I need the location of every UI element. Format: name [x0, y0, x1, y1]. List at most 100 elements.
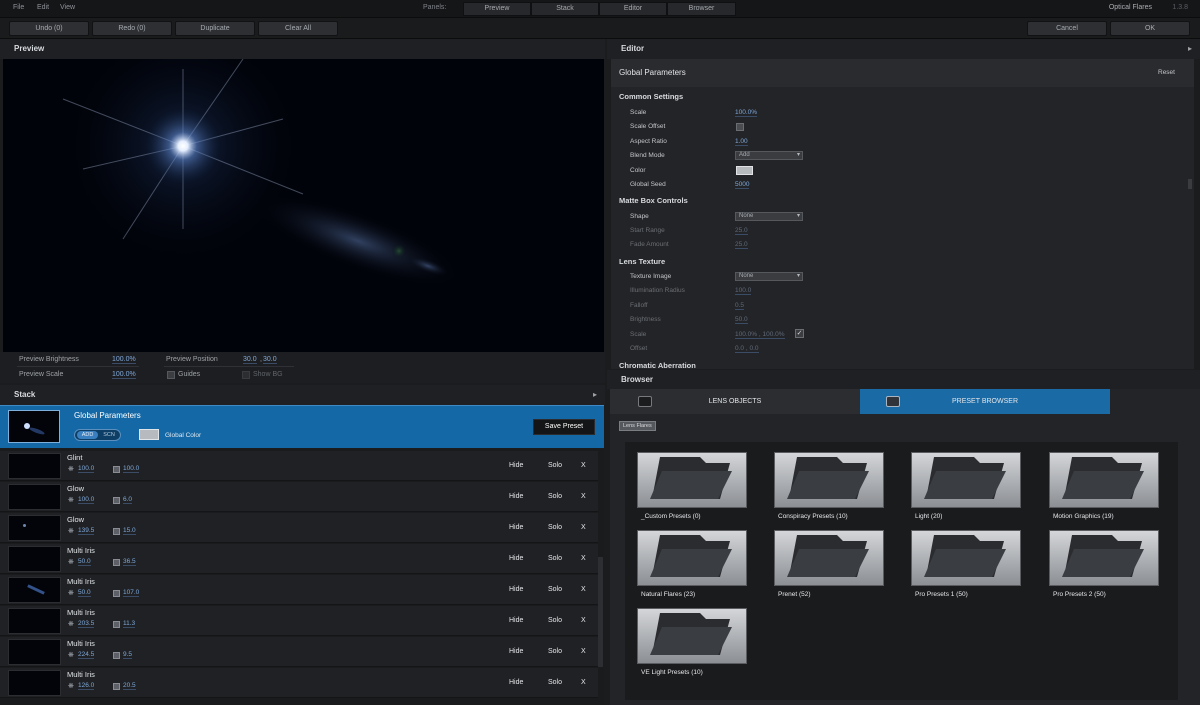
menu-edit[interactable]: Edit	[37, 4, 49, 11]
duplicate-button[interactable]: Duplicate	[175, 21, 255, 36]
folder-tile[interactable]	[774, 530, 884, 586]
lock-scale-checkbox[interactable]: ✓	[795, 329, 804, 338]
stack-row[interactable]: Glow ❋ 139.5 15.0 Hide Solo X	[0, 513, 598, 543]
clear-all-button[interactable]: Clear All	[258, 21, 338, 36]
stack-global-parameters[interactable]: Global Parameters ADD SCN Global Color S…	[0, 405, 604, 448]
editor-scrollbar[interactable]	[1188, 179, 1192, 189]
show-bg-checkbox[interactable]	[242, 371, 250, 379]
expand-arrow-icon[interactable]: ▸	[1188, 39, 1192, 59]
layer-scale-value[interactable]: 100.0	[123, 465, 140, 473]
stack-row[interactable]: Multi Iris ❋ 50.0 107.0 Hide Solo X	[0, 575, 598, 605]
layer-brightness-value[interactable]: 139.5	[78, 527, 95, 535]
global-color-swatch[interactable]	[139, 429, 159, 440]
folder-tile[interactable]	[774, 452, 884, 508]
scn-mode-button[interactable]: SCN	[99, 431, 119, 439]
aspect-ratio-value[interactable]: 1.00	[735, 138, 748, 146]
panel-tab-stack[interactable]: Stack	[531, 2, 599, 16]
layer-scale-value[interactable]: 11.3	[123, 620, 136, 628]
undo-button[interactable]: Undo (0)	[9, 21, 89, 36]
hide-button[interactable]: Hide	[509, 493, 523, 500]
stack-row[interactable]: Multi Iris ❋ 203.5 11.3 Hide Solo X	[0, 606, 598, 636]
falloff-value[interactable]: 0.5	[735, 302, 745, 310]
stack-row[interactable]: Glint ❋ 100.0 100.0 Hide Solo X	[0, 451, 598, 481]
illumination-radius-value[interactable]: 100.0	[735, 287, 752, 295]
preview-position-y[interactable]: 30.0	[263, 356, 277, 364]
stack-row[interactable]: Glow ❋ 100.0 6.0 Hide Solo X	[0, 482, 598, 512]
fade-amount-value[interactable]: 25.0	[735, 241, 748, 249]
solo-button[interactable]: Solo	[548, 462, 562, 469]
stack-row[interactable]: Multi Iris ❋ 224.5 9.5 Hide Solo X	[0, 637, 598, 667]
remove-button[interactable]: X	[581, 679, 586, 686]
shape-select[interactable]: None	[735, 212, 803, 221]
folder-tile[interactable]	[1049, 530, 1159, 586]
hide-button[interactable]: Hide	[509, 586, 523, 593]
solo-button[interactable]: Solo	[548, 586, 562, 593]
stack-row[interactable]: Multi Iris ❋ 126.0 20.5 Hide Solo X	[0, 668, 598, 698]
stack-row[interactable]: Multi Iris ❋ 50.0 36.5 Hide Solo X	[0, 544, 598, 574]
hide-button[interactable]: Hide	[509, 679, 523, 686]
reset-button[interactable]: Reset	[1158, 69, 1175, 76]
preview-viewport[interactable]	[3, 59, 604, 352]
texture-scale-value[interactable]: 100.0% , 100.0%	[735, 331, 785, 339]
stack-scrollbar[interactable]	[598, 557, 603, 667]
remove-button[interactable]: X	[581, 524, 586, 531]
panel-tab-editor[interactable]: Editor	[599, 2, 667, 16]
layer-brightness-value[interactable]: 100.0	[78, 465, 95, 473]
layer-scale-value[interactable]: 15.0	[123, 527, 136, 535]
layer-scale-value[interactable]: 107.0	[123, 589, 140, 597]
menu-file[interactable]: File	[13, 4, 24, 11]
scale-offset-icon[interactable]	[736, 123, 744, 131]
ok-button[interactable]: OK	[1110, 21, 1190, 36]
hide-button[interactable]: Hide	[509, 617, 523, 624]
add-mode-button[interactable]: ADD	[77, 431, 98, 439]
browser-breadcrumb[interactable]: Lens Flares	[619, 421, 656, 431]
start-range-value[interactable]: 25.0	[735, 227, 748, 235]
remove-button[interactable]: X	[581, 617, 586, 624]
folder-tile[interactable]	[637, 452, 747, 508]
hide-button[interactable]: Hide	[509, 524, 523, 531]
layer-brightness-value[interactable]: 224.5	[78, 651, 95, 659]
folder-tile[interactable]	[911, 452, 1021, 508]
preview-position-x[interactable]: 30.0	[243, 356, 257, 364]
panel-tab-browser[interactable]: Browser	[667, 2, 736, 16]
layer-brightness-value[interactable]: 50.0	[78, 589, 91, 597]
hide-button[interactable]: Hide	[509, 555, 523, 562]
expand-arrow-icon[interactable]: ▸	[593, 385, 597, 405]
remove-button[interactable]: X	[581, 493, 586, 500]
hide-button[interactable]: Hide	[509, 462, 523, 469]
folder-tile[interactable]	[637, 608, 747, 664]
color-swatch[interactable]	[736, 166, 753, 175]
brightness-value[interactable]: 50.0	[735, 316, 748, 324]
tab-lens-objects[interactable]: LENS OBJECTS	[610, 389, 860, 414]
layer-scale-value[interactable]: 6.0	[123, 496, 133, 504]
remove-button[interactable]: X	[581, 648, 586, 655]
guides-checkbox[interactable]	[167, 371, 175, 379]
solo-button[interactable]: Solo	[548, 493, 562, 500]
solo-button[interactable]: Solo	[548, 648, 562, 655]
texture-image-select[interactable]: None	[735, 272, 803, 281]
layer-scale-value[interactable]: 9.5	[123, 651, 133, 659]
hide-button[interactable]: Hide	[509, 648, 523, 655]
mode-toggle[interactable]: ADD SCN	[74, 429, 121, 441]
remove-button[interactable]: X	[581, 555, 586, 562]
layer-brightness-value[interactable]: 50.0	[78, 558, 91, 566]
remove-button[interactable]: X	[581, 462, 586, 469]
folder-tile[interactable]	[1049, 452, 1159, 508]
offset-value[interactable]: 0.0 , 0.0	[735, 345, 759, 353]
layer-brightness-value[interactable]: 100.0	[78, 496, 95, 504]
solo-button[interactable]: Solo	[548, 555, 562, 562]
tab-preset-browser[interactable]: PRESET BROWSER	[860, 389, 1110, 414]
solo-button[interactable]: Solo	[548, 617, 562, 624]
preview-scale-value[interactable]: 100.0%	[112, 371, 136, 379]
preview-brightness-value[interactable]: 100.0%	[112, 356, 136, 364]
solo-button[interactable]: Solo	[548, 679, 562, 686]
solo-button[interactable]: Solo	[548, 524, 562, 531]
scale-value[interactable]: 100.0%	[735, 109, 758, 117]
folder-tile[interactable]	[911, 530, 1021, 586]
menu-view[interactable]: View	[60, 4, 75, 11]
layer-brightness-value[interactable]: 203.5	[78, 620, 95, 628]
remove-button[interactable]: X	[581, 586, 586, 593]
layer-scale-value[interactable]: 20.5	[123, 682, 136, 690]
folder-tile[interactable]	[637, 530, 747, 586]
layer-brightness-value[interactable]: 126.0	[78, 682, 95, 690]
